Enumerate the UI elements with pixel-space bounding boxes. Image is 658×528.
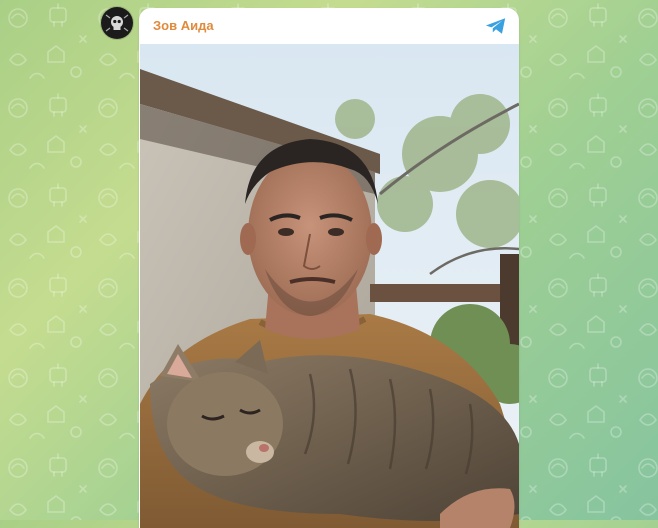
post-photo[interactable]	[140, 44, 519, 528]
channel-name[interactable]: Зов Аида	[153, 18, 214, 33]
post-header: Зов Аида	[139, 8, 519, 44]
skull-emblem-icon	[105, 14, 129, 32]
photo-man-holding-cat	[140, 44, 519, 528]
telegram-share-icon[interactable]	[485, 16, 507, 36]
channel-avatar[interactable]	[101, 7, 133, 39]
channel-post-bubble: Зов Аида	[139, 8, 519, 528]
